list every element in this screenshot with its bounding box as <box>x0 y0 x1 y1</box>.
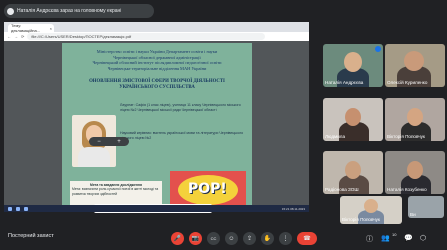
present-button[interactable]: ⇪ <box>243 232 256 245</box>
participant-name: Вікторія Поповчук <box>342 217 380 222</box>
emoji-icon: ☺ <box>228 235 235 242</box>
start-icon[interactable] <box>8 206 12 211</box>
captions-icon: CC <box>210 236 217 241</box>
supervisor-info: Науковий керівник: вчитель української м… <box>120 131 244 140</box>
browser-tab[interactable]: Тему: декламаційна... × <box>8 23 54 33</box>
meeting-details-button[interactable]: ⓘ <box>366 234 373 244</box>
self-view-tile[interactable]: Ви <box>408 196 444 218</box>
taskbar-clock: 15:21 08.11.2023 <box>281 206 305 211</box>
people-button[interactable]: 👥 <box>381 234 390 242</box>
poster-title: ОНОВЛЕННЯ ЗМІСТОВОЇ СФЕРИ ТВОРЧОЇ ДІЯЛЬН… <box>89 79 225 90</box>
leave-call-button[interactable]: ☎ <box>297 232 317 245</box>
mic-off-icon: 🎤 <box>173 236 182 242</box>
mic-button[interactable]: 🎤 <box>171 232 184 245</box>
avatar <box>7 7 14 15</box>
pdf-zoom-control: − + <box>89 137 129 146</box>
hangup-icon: ☎ <box>303 236 311 242</box>
author-info: Лауреат: Сафія (1 клас ліцею), учениця 1… <box>120 103 241 112</box>
zoom-in-button[interactable]: + <box>117 139 121 145</box>
camera-off-icon: 📷 <box>191 236 200 242</box>
participant-tile[interactable]: Олексій Куриленко <box>385 44 445 87</box>
browser-icon[interactable] <box>16 206 20 211</box>
participant-name: Олексій Куриленко <box>387 80 428 85</box>
participant-name: Наталія Андрєєва <box>325 80 364 85</box>
participant-tile[interactable]: Вікторія Поповчук <box>385 98 445 141</box>
folder-icon[interactable] <box>24 206 28 211</box>
more-options-button[interactable]: ⋮ <box>279 232 292 245</box>
poster-header: Міністерство освіти і науки України Депа… <box>62 49 252 71</box>
more-icon: ⋮ <box>282 236 289 242</box>
speaking-indicator-icon <box>375 46 381 52</box>
browser-tab-label: Тему: декламаційна... <box>11 23 41 33</box>
participant-name: Ви <box>410 212 416 217</box>
raise-hand-button[interactable]: ✋ <box>261 232 274 245</box>
os-taskbar: 15:21 08.11.2023 <box>4 205 309 212</box>
reload-icon[interactable]: ⟳ <box>21 34 24 39</box>
browser-urlbar: ← → ⟳ file:///C:/Users/USER/Desktop/ПОСТ… <box>4 32 309 41</box>
address-bar[interactable]: file:///C:/Users/USER/Desktop/ПОСТЕР/дек… <box>27 33 266 40</box>
participant-tile[interactable]: Людмила <box>323 98 383 141</box>
forward-icon[interactable]: → <box>14 34 18 39</box>
chat-button[interactable]: 💬 <box>404 234 413 242</box>
participant-tile[interactable]: Наталія Козубенко <box>385 151 445 194</box>
captions-button[interactable]: CC <box>207 232 220 245</box>
shared-screen: Тему: декламаційна... × ← → ⟳ file:///C:… <box>4 22 309 213</box>
poster-header-line: Чернівецьке територіальне відділення МАН… <box>107 65 207 71</box>
meeting-controls: Постерний захист 🎤 📷 CC ☺ ⇪ ✋ ⋮ ☎ ⓘ 👥 10… <box>0 226 447 250</box>
meeting-title: Постерний захист <box>8 233 54 239</box>
close-icon[interactable]: × <box>50 26 52 31</box>
participant-tile[interactable]: Вікторія Поповчук <box>340 196 402 224</box>
pop-word: POP! <box>188 181 227 197</box>
participant-tile[interactable]: Радіонова ЗОШ <box>323 151 383 194</box>
present-icon: ⇪ <box>246 236 253 242</box>
participant-tile[interactable]: Наталія Андрєєва <box>323 44 383 87</box>
back-icon[interactable]: ← <box>7 34 11 39</box>
participant-name: Людмила <box>325 134 345 139</box>
presenter-banner: Наталія Андрєєва зараз на головному екра… <box>4 4 154 18</box>
people-count-badge: 10 <box>392 232 397 237</box>
participant-name: Вікторія Поповчук <box>387 134 425 139</box>
browser-tabbar: Тему: декламаційна... × <box>4 22 309 33</box>
activities-button[interactable]: ⬡ <box>420 234 426 242</box>
poster-document: Міністерство освіти і науки України Депа… <box>62 43 252 211</box>
goals-text: Мета: визначити роль сучасної поезії в ж… <box>72 187 159 196</box>
pdf-viewer: Міністерство освіти і науки України Депа… <box>4 41 309 213</box>
zoom-out-button[interactable]: − <box>97 139 101 145</box>
participant-name: Радіонова ЗОШ <box>325 187 359 192</box>
participant-name: Наталія Козубенко <box>387 187 427 192</box>
camera-button[interactable]: 📷 <box>189 232 202 245</box>
presenter-banner-text: Наталія Андрєєва зараз на головному екра… <box>17 8 122 14</box>
hand-icon: ✋ <box>263 236 272 242</box>
reactions-button[interactable]: ☺ <box>225 232 238 245</box>
